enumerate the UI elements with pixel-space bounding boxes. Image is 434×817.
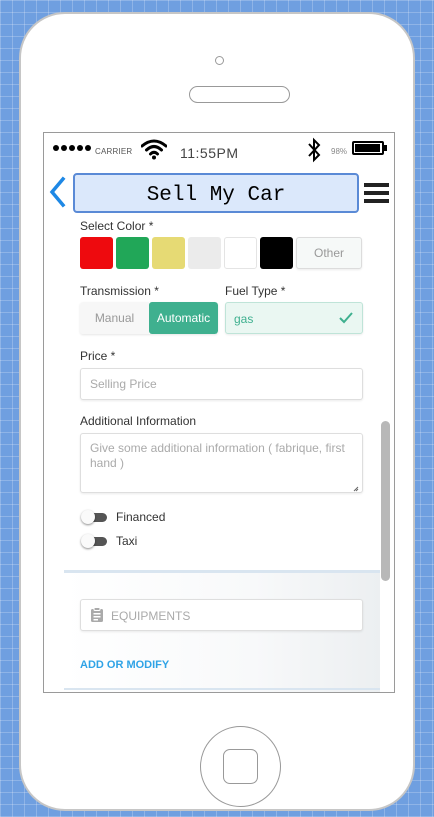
camera [215, 56, 224, 65]
price-label: Price * [80, 349, 116, 363]
color-swatches: Other [80, 237, 362, 269]
financed-label: Financed [116, 510, 166, 524]
fuel-type-select[interactable]: gas [225, 302, 363, 334]
resize-grip-icon[interactable] [353, 486, 359, 492]
page-title: Sell My Car [146, 183, 286, 207]
home-button[interactable] [200, 726, 281, 807]
equipments-card[interactable]: EQUIPMENTS [80, 599, 363, 631]
taxi-toggle-row: Taxi [81, 533, 137, 549]
scrollbar-thumb[interactable] [381, 421, 390, 581]
app-screen: CARRIER 11:55PM 98% Sell My Car Select C… [43, 132, 395, 693]
price-input[interactable] [80, 368, 363, 400]
equipments-label: EQUIPMENTS [111, 609, 191, 623]
color-other-button[interactable]: Other [296, 237, 362, 269]
battery-icon [352, 141, 387, 155]
carrier-label: CARRIER [95, 147, 133, 156]
color-label: Select Color * [80, 219, 154, 233]
transmission-label: Transmission * [80, 284, 159, 298]
back-chevron-icon[interactable] [47, 175, 69, 209]
financed-toggle-row: Financed [81, 509, 165, 525]
equipments-section: EQUIPMENTS ADD OR MODIFY [64, 570, 380, 692]
financed-switch[interactable] [81, 510, 108, 524]
color-swatch-green[interactable] [116, 237, 149, 269]
clock: 11:55PM [180, 145, 239, 161]
color-swatch-yellow[interactable] [152, 237, 185, 269]
transmission-toggle: Manual Automatic [80, 302, 218, 334]
fuel-type-label: Fuel Type * [225, 284, 286, 298]
additional-info-label: Additional Information [80, 414, 197, 428]
taxi-switch[interactable] [81, 534, 108, 548]
additional-info-textarea[interactable] [80, 433, 363, 493]
color-swatch-gray[interactable] [188, 237, 221, 269]
check-icon [339, 312, 353, 324]
taxi-label: Taxi [116, 534, 138, 548]
page-title-box: Sell My Car [73, 173, 359, 213]
add-or-modify-link[interactable]: ADD OR MODIFY [80, 659, 169, 671]
status-bar: CARRIER 11:55PM 98% [44, 133, 394, 167]
home-square-icon [223, 749, 258, 784]
wifi-icon [141, 139, 167, 160]
fuel-type-value: gas [234, 312, 254, 326]
transmission-automatic-button[interactable]: Automatic [149, 302, 218, 334]
transmission-manual-button[interactable]: Manual [80, 302, 149, 334]
signal-strength-icon [53, 145, 91, 151]
color-swatch-white[interactable] [224, 237, 257, 269]
hamburger-menu-icon[interactable] [364, 181, 390, 205]
section-divider [64, 688, 380, 690]
battery-percent: 98% [331, 147, 348, 156]
bluetooth-icon [308, 137, 321, 163]
speaker [189, 86, 290, 103]
clipboard-icon [91, 607, 103, 622]
color-swatch-black[interactable] [260, 237, 293, 269]
color-swatch-red[interactable] [80, 237, 113, 269]
